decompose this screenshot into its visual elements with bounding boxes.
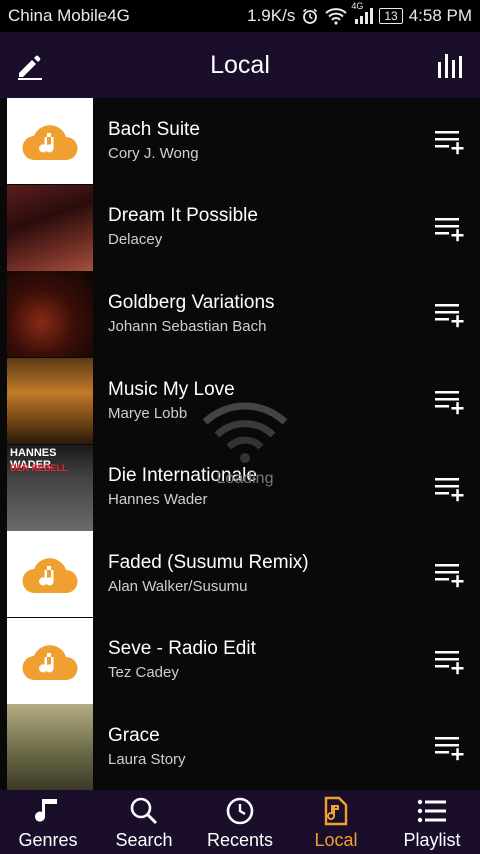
nav-label: Recents xyxy=(206,830,274,850)
song-meta: Faded (Susumu Remix) Alan Walker/Susumu xyxy=(108,551,309,598)
album-art xyxy=(7,704,93,790)
album-art: HANNES WADER DER REBELL xyxy=(7,444,93,531)
song-artist: Delacey xyxy=(108,231,163,249)
album-art xyxy=(7,617,93,704)
song-title: Music My Love xyxy=(108,378,235,400)
status-right: 1.9K/s 4G 13 4:58 PM xyxy=(247,1,472,26)
song-row[interactable]: Seve - Radio Edit Tez Cadey xyxy=(0,617,480,705)
song-title: Die Internationale xyxy=(108,465,257,487)
equalizer-icon[interactable] xyxy=(436,50,466,80)
add-to-playlist-icon[interactable] xyxy=(434,387,466,415)
album-art-subtitle: DER REBELL xyxy=(10,462,68,473)
status-bar: China Mobile4G 1.9K/s 4G 13 4:58 PM xyxy=(0,0,480,32)
clock-icon xyxy=(225,796,255,826)
list-icon xyxy=(417,796,447,826)
cloud-music-icon xyxy=(22,125,78,161)
song-row[interactable]: Faded (Susumu Remix) Alan Walker/Susumu xyxy=(0,531,480,618)
album-art xyxy=(7,184,93,271)
clock-time: 4:58 PM xyxy=(408,6,472,25)
nav-tab-recents[interactable]: Recents xyxy=(192,790,288,854)
song-meta: Dream It Possible Delacey xyxy=(108,204,258,251)
network-speed: 1.9K/s xyxy=(247,6,296,25)
song-title: Goldberg Variations xyxy=(108,291,275,313)
music-file-icon xyxy=(321,796,351,826)
song-title: Bach Suite xyxy=(108,118,200,140)
song-artist: Marye Lobb xyxy=(108,404,188,422)
song-row[interactable]: Goldberg Variations Johann Sebastian Bach xyxy=(0,271,480,358)
nav-tab-playlist[interactable]: Playlist xyxy=(384,790,480,854)
edit-pencil-icon[interactable] xyxy=(14,50,46,82)
song-title: Faded (Susumu Remix) xyxy=(108,551,309,573)
signal-icon: 4G xyxy=(351,1,374,25)
add-to-playlist-icon[interactable] xyxy=(434,474,466,502)
alarm-icon xyxy=(301,7,319,25)
song-row[interactable]: HANNES WADER DER REBELL Die Internationale… xyxy=(0,444,480,531)
battery-icon: 13 xyxy=(379,8,403,24)
song-meta: Die Internationale Hannes Wader xyxy=(108,464,257,511)
song-row[interactable]: Bach Suite Cory J. Wong xyxy=(0,98,480,185)
add-to-playlist-icon[interactable] xyxy=(434,300,466,328)
app-header: Local xyxy=(0,32,480,98)
song-row[interactable]: Grace Laura Story xyxy=(0,704,480,790)
add-to-playlist-icon[interactable] xyxy=(434,733,466,761)
song-meta: Goldberg Variations Johann Sebastian Bach xyxy=(108,291,275,338)
song-title: Grace xyxy=(108,724,160,746)
album-art xyxy=(7,358,93,445)
song-title: Seve - Radio Edit xyxy=(108,638,256,660)
cloud-music-icon xyxy=(22,558,78,594)
song-list[interactable]: Bach Suite Cory J. Wong Dream It Possible D… xyxy=(0,98,480,790)
nav-tab-local[interactable]: Local xyxy=(288,790,384,854)
search-icon xyxy=(129,796,159,826)
song-artist: Johann Sebastian Bach xyxy=(108,317,267,335)
song-artist: Laura Story xyxy=(108,750,186,768)
nav-label: Playlist xyxy=(403,830,461,850)
nav-label: Search xyxy=(115,830,173,850)
page-title: Local xyxy=(210,50,270,79)
song-row[interactable]: Dream It Possible Delacey xyxy=(0,184,480,272)
network-badge: 4G xyxy=(351,1,364,11)
album-art xyxy=(7,98,93,185)
wifi-status-icon xyxy=(325,7,347,25)
song-artist: Tez Cadey xyxy=(108,664,179,682)
add-to-playlist-icon[interactable] xyxy=(434,214,466,242)
battery-level: 13 xyxy=(384,9,398,23)
add-to-playlist-icon[interactable] xyxy=(434,127,466,155)
bottom-nav: Genres Search Recents Local Playlist xyxy=(0,790,480,854)
song-artist: Cory J. Wong xyxy=(108,144,199,162)
album-art xyxy=(7,271,93,358)
nav-tab-genres[interactable]: Genres xyxy=(0,790,96,854)
album-art xyxy=(7,531,93,618)
song-artist: Alan Walker/Susumu xyxy=(108,577,248,595)
add-to-playlist-icon[interactable] xyxy=(434,647,466,675)
nav-tab-search[interactable]: Search xyxy=(96,790,192,854)
song-title: Dream It Possible xyxy=(108,205,258,227)
song-meta: Grace Laura Story xyxy=(108,724,186,771)
music-note-icon xyxy=(33,796,63,826)
nav-label: Genres xyxy=(18,830,78,850)
song-row[interactable]: Music My Love Marye Lobb xyxy=(0,358,480,445)
song-meta: Bach Suite Cory J. Wong xyxy=(108,118,200,165)
nav-label: Local xyxy=(314,830,358,850)
add-to-playlist-icon[interactable] xyxy=(434,560,466,588)
song-artist: Hannes Wader xyxy=(108,491,208,509)
song-meta: Music My Love Marye Lobb xyxy=(108,378,235,425)
cloud-music-icon xyxy=(22,645,78,680)
carrier-label: China Mobile4G xyxy=(8,6,130,25)
song-meta: Seve - Radio Edit Tez Cadey xyxy=(108,637,256,684)
